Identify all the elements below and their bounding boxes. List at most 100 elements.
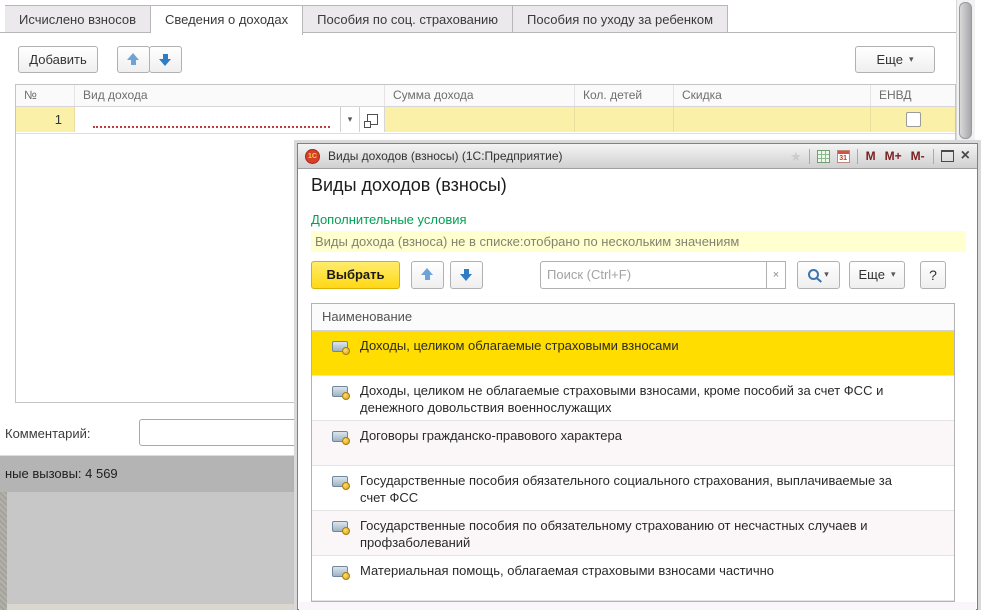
tab-item[interactable]: Исчислено взносов (5, 5, 151, 33)
income-type-dropdown-button[interactable]: ▾ (340, 107, 359, 132)
dialog-footer (299, 602, 976, 610)
dialog-heading: Виды доходов (взносы) (311, 175, 507, 196)
filter-info-bar: Виды дохода (взноса) не в списке:отобран… (311, 231, 966, 252)
col-children: Кол. детей (575, 85, 674, 106)
move-up-button[interactable] (117, 46, 150, 73)
maximize-button[interactable] (941, 150, 954, 162)
income-sum-cell[interactable] (385, 107, 575, 132)
list-item[interactable]: Государственные пособия по обязательному… (312, 511, 954, 556)
list-item-label: Доходы, целиком не облагаемые страховыми… (360, 382, 912, 416)
list-item[interactable]: Государственные пособия обязательного со… (312, 466, 954, 511)
up-arrow-icon (127, 53, 140, 66)
list-item[interactable]: Материальная помощь, облагаемая страховы… (312, 556, 954, 601)
col-discount: Скидка (674, 85, 871, 106)
search-icon (808, 269, 819, 280)
down-arrow-icon (159, 53, 172, 66)
comment-label: Комментарий: (5, 426, 91, 441)
income-types-list: Наименование Доходы, целиком облагаемые … (311, 303, 955, 602)
discount-cell[interactable] (674, 107, 871, 132)
tab-label: Пособия по соц. страхованию (317, 12, 498, 27)
table-row: 1 ▾ (16, 107, 955, 134)
memory-m-plus-button[interactable]: М+ (884, 149, 903, 163)
more-button[interactable]: Еще ▾ (849, 261, 905, 289)
tab-item[interactable]: Пособия по уходу за ребенком (513, 5, 728, 33)
catalog-item-icon (332, 386, 348, 397)
memory-m-button[interactable]: М (865, 149, 877, 163)
memory-m-minus-button[interactable]: М- (910, 149, 926, 163)
comment-input[interactable] (139, 419, 297, 446)
search-clear-button[interactable]: × (767, 261, 786, 289)
envd-checkbox[interactable] (906, 112, 921, 127)
table-header: № Вид дохода Сумма дохода Кол. детей Ски… (16, 85, 955, 107)
close-button[interactable]: × (961, 148, 970, 164)
search-options-button[interactable]: ▾ (797, 261, 840, 289)
vertical-scrollbar[interactable] (956, 0, 975, 143)
income-type-open-button[interactable] (359, 107, 384, 132)
1c-app-icon: 1С (305, 149, 320, 164)
income-type-cell: ▾ (75, 107, 385, 132)
tab-label: Исчислено взносов (19, 12, 136, 27)
move-down-button[interactable] (149, 46, 182, 73)
tab-item[interactable]: Сведения о доходах (151, 5, 303, 35)
catalog-item-icon (332, 521, 348, 532)
add-button[interactable]: Добавить (18, 46, 98, 73)
catalog-item-icon (332, 566, 348, 577)
chevron-down-icon: ▾ (891, 270, 896, 279)
titlebar-icons: ★ 31 М М+ М- × (790, 148, 970, 164)
search-box: × (540, 261, 786, 289)
chevron-down-icon: ▾ (348, 115, 353, 124)
col-income-type: Вид дохода (75, 85, 385, 106)
list-item-label: Доходы, целиком облагаемые страховыми вз… (360, 337, 679, 354)
col-income-sum: Сумма дохода (385, 85, 575, 106)
more-button[interactable]: Еще ▾ (855, 46, 935, 73)
income-type-input[interactable] (93, 110, 330, 128)
search-input[interactable] (540, 261, 767, 289)
list-rows: Доходы, целиком облагаемые страховыми вз… (312, 331, 954, 601)
list-item-label: Государственные пособия по обязательному… (360, 517, 912, 551)
scrollbar-thumb[interactable] (959, 2, 972, 139)
calculator-icon[interactable] (817, 150, 830, 163)
dialog-title: Виды доходов (взносы) (1С:Предприятие) (328, 149, 790, 163)
select-button[interactable]: Выбрать (311, 261, 400, 289)
list-header: Наименование (312, 304, 954, 331)
row-number-cell: 1 (16, 107, 75, 132)
move-row-buttons (117, 46, 182, 73)
list-item[interactable]: Договоры гражданско-правового характера (312, 421, 954, 466)
titlebar-separator (857, 149, 858, 164)
panel-edge-texture (0, 492, 7, 610)
move-up-button[interactable] (411, 261, 444, 289)
tab-label: Сведения о доходах (165, 12, 288, 27)
list-item[interactable]: Доходы, целиком облагаемые страховыми вз… (312, 331, 954, 376)
chevron-down-icon: ▾ (909, 55, 914, 64)
dialog-toolbar: Выбрать × ▾ Еще ▾ ? (311, 260, 946, 289)
list-item-label: Договоры гражданско-правового характера (360, 427, 622, 444)
titlebar-separator (809, 149, 810, 164)
list-item[interactable]: Доходы, целиком не облагаемые страховыми… (312, 376, 954, 421)
additional-conditions-link[interactable]: Дополнительные условия (311, 212, 467, 227)
background-panel (0, 492, 297, 610)
calendar-icon[interactable]: 31 (837, 150, 850, 163)
list-item-label: Материальная помощь, облагаемая страховы… (360, 562, 774, 579)
tab-bar: Исчислено взносов Сведения о доходах Пос… (5, 5, 728, 35)
catalog-item-icon (332, 476, 348, 487)
dialog-titlebar[interactable]: 1С Виды доходов (взносы) (1С:Предприятие… (298, 144, 977, 169)
chevron-down-icon: ▾ (824, 270, 829, 279)
tab-label: Пособия по уходу за ребенком (527, 12, 713, 27)
screen: Исчислено взносов Сведения о доходах Пос… (0, 0, 981, 610)
titlebar-separator (933, 149, 934, 164)
catalog-item-icon (332, 431, 348, 442)
status-bar: ные вызовы: 4 569 (0, 455, 297, 492)
open-in-window-icon (367, 114, 378, 125)
col-number: № (16, 85, 75, 106)
children-count-cell[interactable] (575, 107, 674, 132)
down-arrow-icon (460, 268, 473, 281)
help-button[interactable]: ? (920, 261, 946, 289)
move-down-button[interactable] (450, 261, 483, 289)
list-item-label: Государственные пособия обязательного со… (360, 472, 912, 506)
income-types-dialog: 1С Виды доходов (взносы) (1С:Предприятие… (297, 143, 978, 610)
status-text: ные вызовы: 4 569 (5, 466, 118, 481)
favorites-star-icon[interactable]: ★ (790, 150, 802, 163)
catalog-item-icon (332, 341, 348, 352)
tab-item[interactable]: Пособия по соц. страхованию (303, 5, 513, 33)
envd-cell (871, 107, 955, 132)
